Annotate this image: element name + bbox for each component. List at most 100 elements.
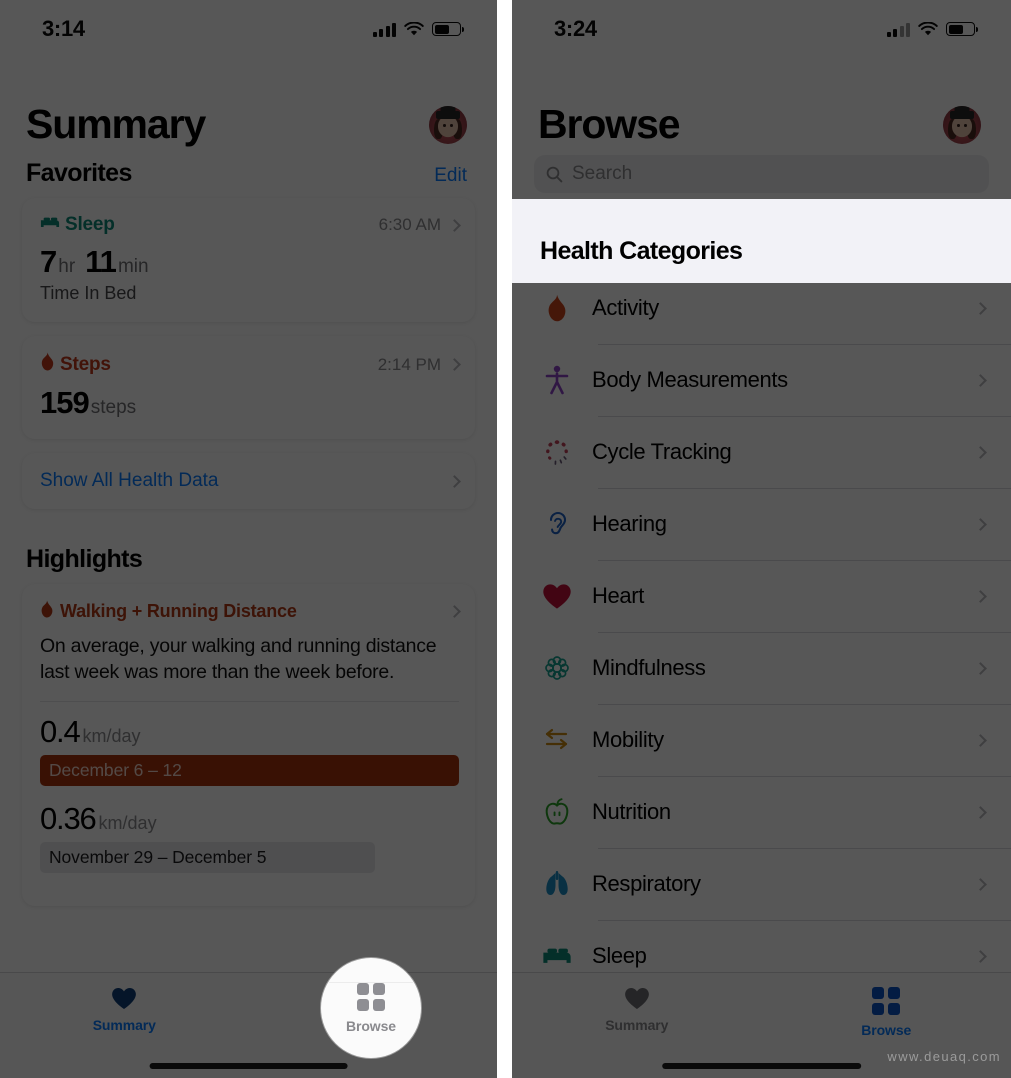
cellular-signal-icon bbox=[886, 22, 910, 37]
chevron-right-icon bbox=[974, 733, 987, 747]
metric-steps-unit: steps bbox=[90, 397, 137, 418]
favorite-card-steps[interactable]: Steps 2:14 PM 159 steps bbox=[22, 336, 475, 439]
flame-icon bbox=[540, 294, 574, 322]
chevron-right-icon bbox=[974, 373, 987, 387]
metric-hours: 7 bbox=[40, 244, 57, 279]
chevron-right-icon bbox=[974, 445, 987, 459]
chevron-right-icon bbox=[974, 949, 987, 963]
highlight-card-walking-running[interactable]: Walking + Running Distance On average, y… bbox=[22, 584, 475, 906]
highlight-range-bar-previous: November 29 – December 5 bbox=[40, 841, 376, 873]
health-categories-list: Activity Body Measurements Cycle Trackin… bbox=[512, 272, 1011, 992]
metric-minutes: 11 bbox=[85, 244, 117, 279]
flame-icon bbox=[40, 600, 54, 623]
person-icon bbox=[540, 365, 574, 395]
tab-label: Browse bbox=[346, 1017, 396, 1034]
chevron-right-icon bbox=[448, 218, 461, 232]
summary-title-bar: Summary bbox=[0, 58, 497, 145]
divider bbox=[329, 982, 413, 983]
favorites-cards: Sleep 6:30 AM 7 hr 11 min Time In Bed St… bbox=[0, 198, 497, 509]
favorites-section-header: Favorites Edit bbox=[0, 145, 497, 198]
card-timestamp: 6:30 AM bbox=[378, 215, 441, 234]
search-placeholder: Search bbox=[572, 163, 633, 184]
chevron-right-icon bbox=[974, 517, 987, 531]
category-row-mobility[interactable]: Mobility bbox=[512, 704, 1011, 776]
card-header: Sleep 6:30 AM bbox=[40, 214, 461, 236]
chevron-right-icon bbox=[448, 474, 461, 488]
highlight-value: 0.36 bbox=[40, 800, 97, 836]
chevron-right-icon bbox=[974, 805, 987, 819]
left-phone-screenshot: 3:14 Summary Favorites Edit Sleep 6:30 A… bbox=[0, 0, 497, 1078]
status-icons bbox=[372, 21, 464, 37]
heart-icon bbox=[624, 988, 649, 1009]
cycle-icon bbox=[540, 438, 574, 466]
tab-label: Summary bbox=[92, 1017, 156, 1033]
show-all-health-data-button[interactable]: Show All Health Data bbox=[22, 453, 475, 509]
category-label: Body Measurements bbox=[592, 367, 788, 392]
highlights-title: Highlights bbox=[26, 545, 143, 573]
heart-icon bbox=[112, 988, 137, 1009]
card-meta: 6:30 AM bbox=[378, 215, 461, 235]
avatar[interactable] bbox=[943, 105, 981, 144]
card-metric: 7 hr 11 min bbox=[40, 244, 459, 280]
edit-button[interactable]: Edit bbox=[434, 165, 467, 187]
category-row-mindfulness[interactable]: Mindfulness bbox=[512, 632, 1011, 704]
avatar[interactable] bbox=[429, 105, 467, 144]
status-icons bbox=[886, 21, 978, 37]
highlights-cards: Walking + Running Distance On average, y… bbox=[0, 584, 497, 906]
status-clock: 3:24 bbox=[554, 16, 597, 41]
apple-icon bbox=[540, 797, 574, 827]
highlight-value-row-2: 0.36 km/day bbox=[40, 801, 459, 837]
card-label: Sleep bbox=[40, 214, 115, 236]
category-row-body-measurements[interactable]: Body Measurements bbox=[512, 344, 1011, 416]
spotlight-health-categories-band: Health Categories bbox=[512, 220, 1011, 283]
page-title: Browse bbox=[538, 101, 681, 147]
chevron-right-icon bbox=[448, 605, 461, 618]
highlights-section-header: Highlights bbox=[0, 523, 497, 584]
metric-hours-unit: hr bbox=[58, 256, 76, 277]
page-title: Summary bbox=[26, 101, 206, 147]
category-label: Respiratory bbox=[592, 871, 701, 896]
wifi-icon bbox=[918, 21, 938, 37]
highlight-unit: km/day bbox=[82, 725, 141, 746]
highlight-title: Walking + Running Distance bbox=[60, 601, 297, 621]
chevron-right-icon bbox=[448, 358, 461, 371]
card-header: Steps 2:14 PM bbox=[40, 352, 461, 377]
category-row-heart[interactable]: Heart bbox=[512, 560, 1011, 632]
card-label: Steps bbox=[40, 352, 111, 377]
tab-label: Browse bbox=[861, 1022, 912, 1038]
category-label: Mobility bbox=[592, 727, 664, 752]
browse-screen: 3:24 Browse Search Activity Body Measure… bbox=[512, 0, 1011, 1078]
search-input[interactable]: Search bbox=[534, 155, 989, 193]
favorite-card-sleep[interactable]: Sleep 6:30 AM 7 hr 11 min Time In Bed bbox=[22, 198, 475, 322]
grid-icon bbox=[872, 987, 901, 1015]
chevron-right-icon bbox=[974, 589, 987, 603]
arrows-icon bbox=[540, 727, 574, 753]
chevron-right-icon bbox=[974, 877, 987, 891]
card-metric: 159 steps bbox=[40, 385, 459, 421]
category-label: Hearing bbox=[592, 511, 667, 536]
category-row-cycle-tracking[interactable]: Cycle Tracking bbox=[512, 416, 1011, 488]
highlight-title-row: Walking + Running Distance bbox=[40, 600, 297, 623]
category-label: Cycle Tracking bbox=[592, 439, 732, 464]
card-title: Sleep bbox=[65, 214, 115, 235]
tab-label: Summary bbox=[605, 1017, 669, 1033]
category-row-hearing[interactable]: Hearing bbox=[512, 488, 1011, 560]
search-wrapper: Search bbox=[512, 145, 1011, 193]
heart-icon bbox=[540, 583, 574, 610]
category-label: Nutrition bbox=[592, 799, 671, 824]
category-row-nutrition[interactable]: Nutrition bbox=[512, 776, 1011, 848]
divider bbox=[40, 700, 459, 702]
category-label: Mindfulness bbox=[592, 655, 706, 680]
grid-icon bbox=[357, 982, 385, 1011]
spotlight-browse-tab[interactable]: Browse bbox=[321, 958, 421, 1058]
search-icon bbox=[546, 166, 563, 182]
highlight-range-bar-current: December 6 – 12 bbox=[40, 754, 459, 786]
bed-icon bbox=[40, 214, 60, 236]
browse-title-bar: Browse bbox=[512, 58, 1011, 145]
category-row-respiratory[interactable]: Respiratory bbox=[512, 848, 1011, 920]
card-title: Steps bbox=[60, 353, 111, 375]
highlight-header: Walking + Running Distance bbox=[40, 600, 461, 623]
flower-icon bbox=[540, 653, 574, 683]
favorites-title: Favorites bbox=[26, 159, 132, 187]
highlight-body-text: On average, your walking and running dis… bbox=[40, 635, 437, 683]
